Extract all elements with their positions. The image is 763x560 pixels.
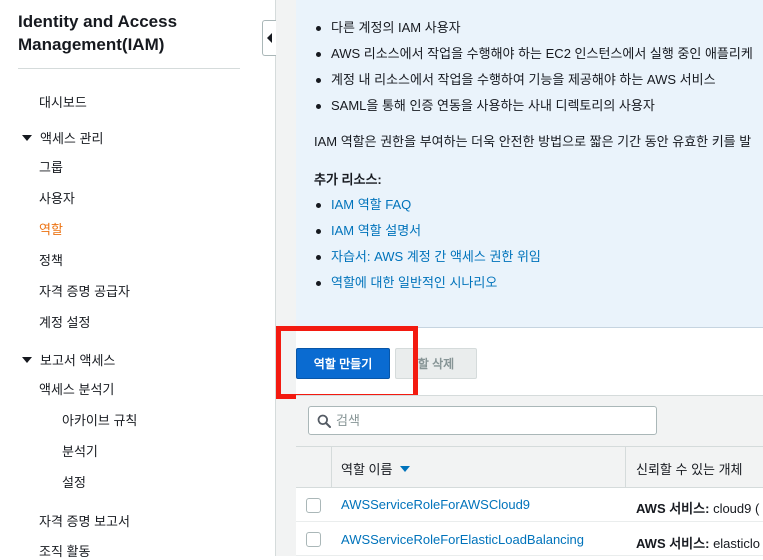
list-item: 자습서: AWS 계정 간 액세스 권한 위임 (314, 247, 541, 273)
sidebar-item-roles[interactable]: 역할 (39, 219, 63, 238)
create-role-button[interactable]: 역할 만들기 (296, 348, 390, 379)
sidebar-divider (18, 68, 240, 69)
role-use-cases-list: 다른 계정의 IAM 사용자 AWS 리소스에서 작업을 수행해야 하는 EC2… (314, 18, 753, 122)
column-divider (331, 446, 332, 488)
sort-descending-icon (400, 465, 411, 472)
sidebar-item-analyzers[interactable]: 분석기 (62, 441, 98, 460)
cross-account-tutorial-link[interactable]: 자습서: AWS 계정 간 액세스 권한 위임 (331, 249, 541, 264)
sidebar-item-dashboard[interactable]: 대시보드 (39, 92, 87, 111)
list-item: 역할에 대한 일반적인 시나리오 (314, 273, 541, 299)
sidebar-item-access-analyzer[interactable]: 액세스 분석기 (39, 379, 114, 398)
role-name-link[interactable]: AWSServiceRoleForElasticLoadBalancing (341, 532, 584, 547)
column-header-role-name[interactable]: 역할 이름 (341, 459, 411, 478)
roles-description: IAM 역할은 권한을 부여하는 더욱 안전한 방법으로 짧은 기간 동안 유효… (314, 134, 752, 149)
chevron-left-icon (267, 33, 272, 43)
column-header-trusted-entities[interactable]: 신뢰할 수 있는 개체 (636, 459, 743, 478)
sidebar-group-label: 액세스 관리 (40, 131, 104, 146)
list-item: SAML을 통해 인증 연동을 사용하는 사내 디렉토리의 사용자 (314, 96, 753, 122)
sidebar-item-policies[interactable]: 정책 (39, 250, 63, 269)
sidebar-group-report-access[interactable]: 보고서 액세스 (22, 350, 115, 369)
sidebar-group-access-management[interactable]: 액세스 관리 (22, 128, 103, 147)
search-input[interactable] (336, 413, 636, 428)
collapse-sidebar-button[interactable] (262, 20, 276, 56)
resources-links-list: IAM 역할 FAQ IAM 역할 설명서 자습서: AWS 계정 간 액세스 … (314, 195, 541, 299)
trusted-entity-type: AWS 서비스: (636, 501, 710, 516)
trusted-entity-cell: AWS 서비스: elasticlo (636, 533, 760, 552)
row-checkbox[interactable] (306, 532, 321, 547)
resources-heading: 추가 리소스: (314, 172, 382, 187)
roles-info-panel: 다른 계정의 IAM 사용자 AWS 리소스에서 작업을 수행해야 하는 EC2… (296, 0, 763, 328)
column-divider (625, 446, 626, 488)
column-header-label: 신뢰할 수 있는 개체 (636, 462, 743, 477)
list-item: IAM 역할 FAQ (314, 195, 541, 221)
sidebar-item-archive-rules[interactable]: 아카이브 규칙 (62, 410, 137, 429)
search-field[interactable] (308, 406, 657, 435)
search-icon (317, 414, 331, 428)
sidebar-item-account-settings[interactable]: 계정 설정 (39, 312, 90, 331)
sidebar-item-organization-activity[interactable]: 조직 활동 (39, 541, 90, 560)
common-scenarios-link[interactable]: 역할에 대한 일반적인 시나리오 (331, 275, 497, 290)
trusted-entity-type: AWS 서비스: (636, 536, 710, 551)
sidebar-item-users[interactable]: 사용자 (39, 188, 75, 207)
list-item: AWS 리소스에서 작업을 수행해야 하는 EC2 인스턴스에서 실행 중인 애… (314, 44, 753, 70)
sidebar: Identity and Access Management(IAM) 대시보드… (0, 0, 264, 559)
trusted-entity-value: cloud9 ( (713, 501, 760, 516)
sidebar-item-identity-providers[interactable]: 자격 증명 공급자 (39, 281, 130, 300)
sidebar-item-analyzer-settings[interactable]: 설정 (62, 472, 86, 491)
sidebar-group-label: 보고서 액세스 (40, 353, 116, 368)
iam-roles-docs-link[interactable]: IAM 역할 설명서 (331, 223, 421, 238)
iam-roles-faq-link[interactable]: IAM 역할 FAQ (331, 197, 411, 212)
trusted-entity-cell: AWS 서비스: cloud9 ( (636, 498, 759, 517)
trusted-entity-value: elasticlo (713, 536, 761, 551)
sidebar-item-groups[interactable]: 그룹 (39, 157, 63, 176)
chevron-down-icon (22, 356, 32, 363)
row-checkbox[interactable] (306, 498, 321, 513)
list-item: 계정 내 리소스에서 작업을 수행하여 기능을 제공해야 하는 AWS 서비스 (314, 70, 753, 96)
chevron-down-icon (22, 134, 32, 141)
delete-role-button: 할 삭제 (395, 348, 477, 379)
sidebar-title: Identity and Access Management(IAM) (18, 12, 178, 54)
column-header-label: 역할 이름 (341, 462, 393, 477)
sidebar-item-credential-report[interactable]: 자격 증명 보고서 (39, 511, 130, 530)
list-item: 다른 계정의 IAM 사용자 (314, 18, 753, 44)
content-gutter (276, 0, 296, 556)
role-name-link[interactable]: AWSServiceRoleForAWSCloud9 (341, 497, 530, 512)
list-item: IAM 역할 설명서 (314, 221, 541, 247)
